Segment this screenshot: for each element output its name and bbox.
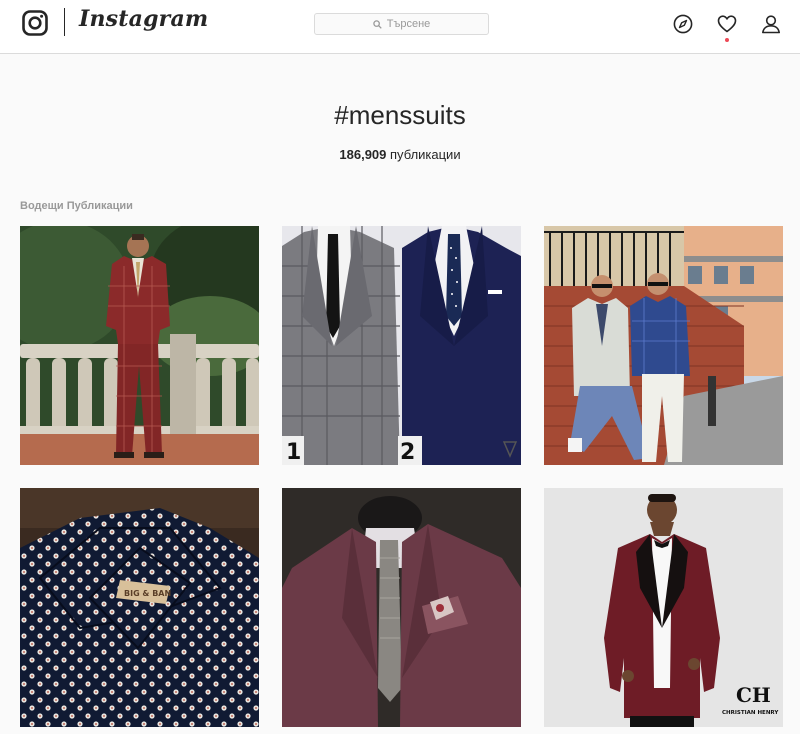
post-tile-1[interactable] [20,226,259,465]
post-count: 186,909 публикации [0,147,800,162]
burgundy-tuxedo-model-photo: CH CHRISTIAN HENRY [544,488,783,727]
search-input[interactable]: Търсене [314,13,489,35]
instagram-camera-icon[interactable] [22,10,48,36]
search-icon [373,19,382,29]
hashtag-title: #menssuits [334,100,466,130]
suit-label-1: 1 [286,440,301,465]
two-men-in-suits-photo [544,226,783,465]
explore-compass-icon[interactable] [673,14,693,34]
top-navigation-bar: Instagram Търсене [0,0,800,54]
activity-heart-icon[interactable] [717,14,737,34]
profile-user-icon[interactable] [761,14,781,34]
brand-name: CHRISTIAN HENRY [722,710,779,716]
shirt-brand-tag: BIG & BAN [124,589,171,598]
post-tile-2[interactable]: 1 2 [282,226,521,465]
post-tile-6[interactable]: CH CHRISTIAN HENRY [544,488,783,727]
post-tile-4[interactable]: BIG & BAN [20,488,259,727]
man-in-burgundy-plaid-suit-photo [20,226,259,465]
post-count-label: публикации [390,147,461,162]
two-suits-comparison-photo: 1 2 [282,226,521,465]
post-count-number: 186,909 [339,147,387,162]
search-placeholder: Търсене [386,18,431,30]
top-posts-heading: Водещи Публикации [20,200,133,212]
polka-dot-shirt-photo: BIG & BAN [20,488,259,727]
instagram-wordmark-logo[interactable]: Instagram [79,6,208,32]
notification-dot [725,38,729,42]
burgundy-jacket-mannequin-photo [282,488,521,727]
brand-monogram: CH [736,683,771,707]
logo-divider [64,8,65,36]
post-tile-3[interactable] [544,226,783,465]
post-tile-5[interactable] [282,488,521,727]
suit-label-2: 2 [400,440,415,465]
